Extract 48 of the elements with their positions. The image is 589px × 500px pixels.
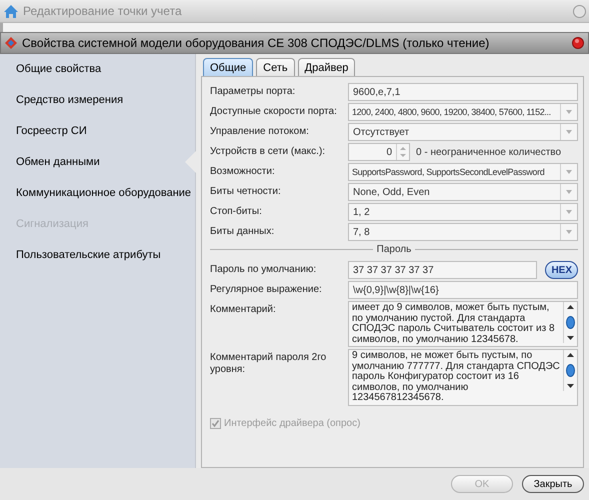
dropdown[interactable]: 1200, 2400, 4800, 9600, 19200, 38400, 57600, 1152... [348,103,578,121]
close-icon [572,37,584,49]
window-button-icon [573,4,586,18]
sidebar-item[interactable]: Обмен данными [0,154,195,185]
spinner-arrows-icon [396,144,409,160]
sidebar-item[interactable]: Средство измерения [0,92,195,123]
tab[interactable]: Общие [203,58,254,76]
section-title: Пароль [376,244,412,255]
field-label: Доступные скорости порта: [210,105,338,118]
field-label: Устройств в сети (макс.): [210,145,326,158]
field-label: Пароль по умолчанию: [210,263,318,276]
dropdown[interactable]: SupportsPassword, SupportsSecondLevelPassword [348,163,578,181]
field-label: Биты четности: [210,185,282,198]
window-title: Редактирование точки учета [23,4,183,18]
dropdown[interactable]: Отсутствует [348,123,578,141]
spinner-field[interactable]: 0 [348,143,410,161]
dropdown[interactable]: 1, 2 [348,203,578,221]
comment-text: 9 символов, не может быть пустым, по умолчанию 777777. Для стандарта СПОДЭС пароль Конфигуратор состоит из 16 символов, по умолчанию 1234567812345678. [351,350,561,404]
hex-button[interactable]: HEX [545,261,578,279]
field-label: Возможности: [210,165,276,178]
tab[interactable]: Драйвер [298,58,356,76]
sidebar-item[interactable]: Госреестр СИ [0,123,195,154]
sidebar-item[interactable]: Общие свойства [0,61,195,92]
tab[interactable]: Сеть [256,58,295,76]
scrollbar-icon [563,350,577,391]
text-field[interactable]: \w{0,9}|\w{8}|\w{16} [348,281,578,299]
dropdown[interactable]: 7, 8 [348,223,578,241]
field-label: Комментарий: [210,303,277,316]
diamond-icon [5,37,17,49]
comment-text: имеет до 9 символов, может быть пустым, по умолчанию пустой. Для стандарта СПОДЭС пароль Считыватель состоит из 8 символов, по умолчанию 12345678. [351,302,556,346]
field-label: Комментарий пароля 2го уровня: [210,351,328,376]
field-label: Параметры порта: [210,85,296,98]
dropdown[interactable]: None, Odd, Even [348,183,578,201]
scrollbar-icon [563,302,577,343]
dialog-button: OK [451,475,513,493]
hint-text: 0 - неограниченное количество [416,146,562,158]
field-label: Управление потоком: [210,125,310,138]
home-icon [3,4,19,18]
dialog-title: Свойства системной модели оборудования CE 308 СПОДЭС/DLMS (только чтение) [22,36,490,50]
dialog-button[interactable]: Закрыть [522,475,584,493]
sidebar-item[interactable]: Коммуникационное оборудование [0,185,195,216]
field-label: Регулярное выражение: [210,283,323,296]
field-label: Биты данных: [210,225,276,238]
field-label: Стоп-биты: [210,205,263,218]
checkbox-label: Интерфейс драйвера (опрос) [224,418,360,428]
sidebar-item[interactable]: Пользовательские атрибуты [0,247,195,278]
text-field[interactable]: 9600,e,7,1 [348,83,578,101]
text-field[interactable]: 37 37 37 37 37 37 [348,261,538,279]
